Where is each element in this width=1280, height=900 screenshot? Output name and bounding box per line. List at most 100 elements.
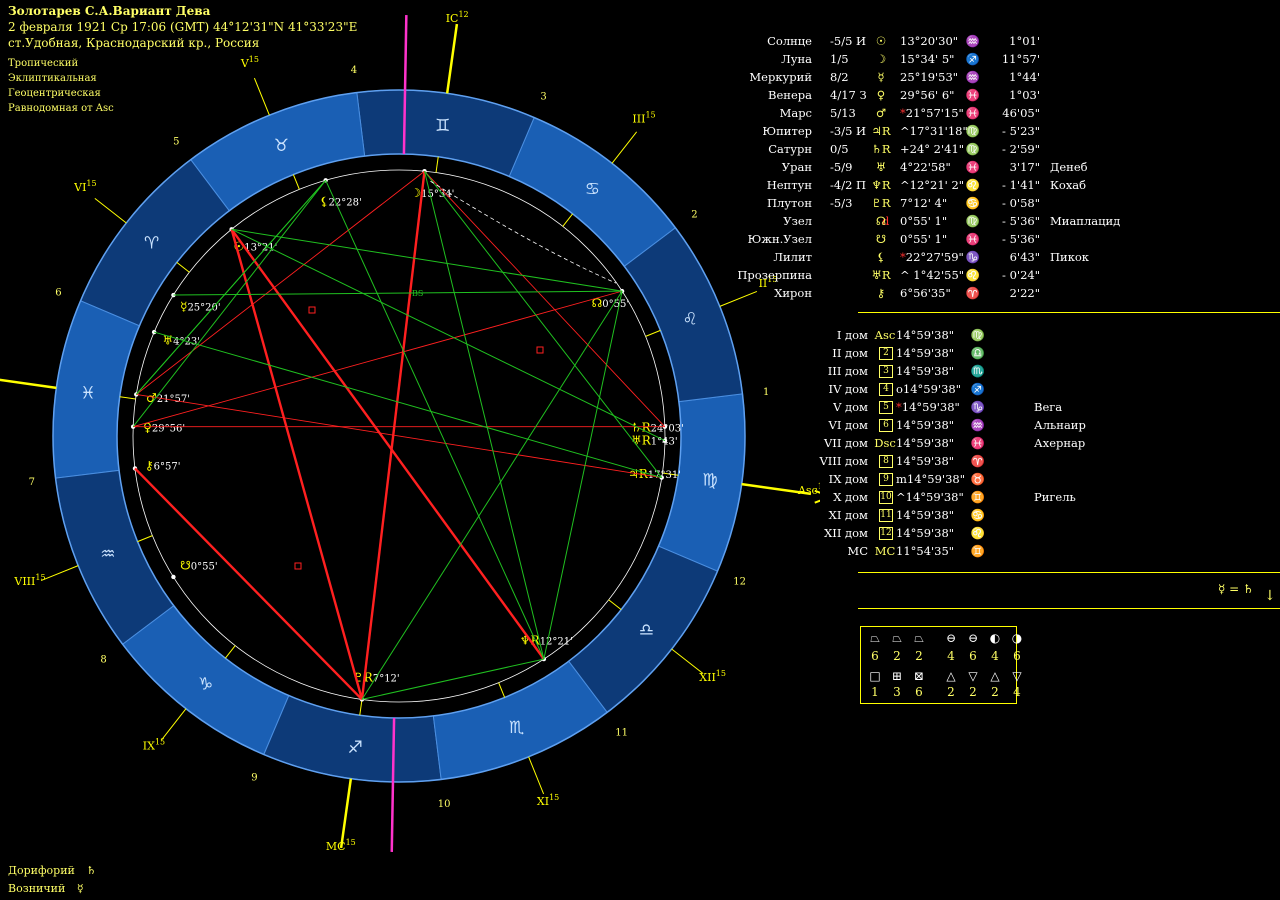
house-row[interactable]: I дом Asc 14°59'38" ♍ [804,326,1264,344]
house-row[interactable]: V дом 5 *14°59'38" ♑ Вега [804,398,1264,416]
planet-glyph: ☉ [875,34,887,48]
element-bottom-glyphs-2: ⊠ [913,669,925,683]
house-number: 6 [55,287,61,298]
element-top-glyphs-1: ⏢ [892,631,902,645]
house-pos: m14°59'38" [896,472,966,486]
house-name: XII дом [824,526,868,540]
house-glyph: 10 [879,491,893,504]
planet-name: Венера [768,88,812,102]
element-bottom-glyphs-3: △ [946,669,956,683]
planet-row[interactable]: Юпитер -3/5 И ♃R ^17°31'18" ♍ - 5'23" [700,122,1260,140]
house-row[interactable]: IX дом 9 m14°59'38" ♉ [804,470,1264,488]
planet-glyph: ♆R [871,178,891,192]
planet-sign: ♓ [965,160,981,174]
house-sign: ♌ [970,526,986,540]
element-top-glyphs-0: ⏢ [870,631,880,645]
house-row[interactable]: XI дом 11 14°59'38" ♋ [804,506,1264,524]
planet-row[interactable]: Плутон -5/3 ♇R 7°12' 4" ♋ - 0'58" [700,194,1260,212]
planet-degree: 21°57' [157,394,190,405]
planet-speed: 1°01' [1009,34,1040,48]
element-bottom-nums-1: 3 [893,685,901,699]
planet-star: Кохаб [1050,178,1087,192]
divider-3 [858,608,1280,609]
house-row[interactable]: VIII дом 8 14°59'38" ♈ [804,452,1264,470]
cusp-name: IC [446,12,459,25]
planet-glyph: ♄R [871,142,891,156]
planet-row[interactable]: Солнце -5/5 И ☉ 13°20'30" ♒ 1°01' [700,32,1260,50]
house-row[interactable]: X дом 10 ^14°59'38" ♊ Ригель [804,488,1264,506]
planet-row[interactable]: Хирон ⚷ 6°56'35" ♈ 2'22" [700,284,1260,302]
cusp-name: IX [143,740,155,753]
house-row[interactable]: IV дом 4 o14°59'38" ♐ [804,380,1264,398]
house-cusp-outer [40,565,79,582]
planet-glyph-icon: ⚸ [320,194,329,208]
planet-row[interactable]: Венера 4/17 З ♀ 29°56' 6" ♓ 1°03' [700,86,1260,104]
house-number: 10 [438,799,451,810]
planet-row[interactable]: Узел d ☊ 0°55' 1" ♍ - 5'36" Миаплацид [700,212,1260,230]
house-pos: 14°59'38" [896,418,955,432]
cusp-degree-sup: 15 [35,573,45,582]
planet-speed: - 0'24" [1002,268,1040,282]
house-glyph: 8 [879,455,893,468]
planet-row[interactable]: Лилит ⚸ *22°27'59" ♑ 6'43" Пикок [700,248,1260,266]
planet-label: ⚸22°28' [320,194,362,208]
zodiac-sign-icon: ♈ [144,234,159,254]
house-name: VI дом [828,418,868,432]
house-name: VIII дом [819,454,868,468]
planet-sign: ♍ [965,124,981,138]
house-glyph: 5 [879,401,893,414]
planet-name: Южн.Узел [747,232,812,246]
planet-row[interactable]: Уран -5/9 ♅ 4°22'58" ♓ 3'17" Денеб [700,158,1260,176]
element-top-glyphs-5: ◐ [989,631,1001,645]
house-sign: ♉ [970,472,986,486]
planet-label: ☽15°34' [410,186,454,200]
element-top-nums-3: 4 [947,649,955,663]
house-cusp-outer [160,708,187,741]
house-sign: ♋ [970,508,986,522]
house-glyph: 4 [879,383,893,396]
house-star: Ригель [1034,490,1076,504]
cusp-degree-sup: 15 [346,838,356,847]
planet-name: Плутон [766,196,812,210]
house-row[interactable]: MC MC 11°54'35" ♊ [804,542,1264,560]
planet-speed: 11°57' [1001,52,1040,66]
planet-row[interactable]: Южн.Узел ☋ 0°55' 1" ♓ - 5'36" [700,230,1260,248]
zodiac-sign-icon: ♑ [198,674,213,694]
house-row[interactable]: XII дом 12 14°59'38" ♌ [804,524,1264,542]
house-row[interactable]: III дом 3 14°59'38" ♏ [804,362,1264,380]
house-row[interactable]: VII дом Dsc 14°59'38" ♓ Ахернар [804,434,1264,452]
planet-star: Денеб [1050,160,1088,174]
planet-point [171,574,176,580]
scroll-down-arrow[interactable]: ↓ [1264,588,1276,604]
house-row[interactable]: VI дом 6 14°59'38" ♒ Альнаир [804,416,1264,434]
zodiac-sign-icon: ♓ [80,383,95,403]
house-glyph: 3 [879,365,893,378]
planet-speed: - 5'23" [1002,124,1040,138]
house-sign: ♈ [970,454,986,468]
planet-row[interactable]: Прозерпина ♅R ^ 1°42'55" ♌ - 0'24" [700,266,1260,284]
planet-row[interactable]: Сатурн 0/5 ♄R +24° 2'41" ♍ - 2'59" [700,140,1260,158]
house-cusp-label: V15 [240,55,259,70]
house-cusp-label: IX15 [143,738,165,753]
planet-speed: 1°03' [1009,88,1040,102]
planet-speed: 46'05" [1002,106,1040,120]
planet-name: Марс [779,106,812,120]
house-pos: 14°59'38" [896,346,955,360]
house-name: MC [847,544,868,558]
doryphory-label: Дорифорий [8,864,75,877]
house-glyph: 2 [879,347,893,360]
planet-sign: ♋ [965,196,981,210]
planet-name: Уран [781,160,812,174]
planet-row[interactable]: Нептун -4/2 П ♆R ^12°21' 2" ♌ - 1'41" Кохаб [700,176,1260,194]
planet-row[interactable]: Меркурий 8/2 ☿ 25°19'53" ♒ 1°44' [700,68,1260,86]
planet-row[interactable]: Марс 5/13 ♂ *21°57'15" ♓ 46'05" [700,104,1260,122]
house-row[interactable]: II дом 2 14°59'38" ♎ [804,344,1264,362]
house-pos: 14°59'38" [896,364,955,378]
planet-glyph: ☊ [875,214,887,228]
planet-glyph: ♇R [871,196,891,210]
planet-glyph: ♀ [876,88,886,102]
element-top-nums-4: 6 [969,649,977,663]
planet-name: Нептун [766,178,812,192]
planet-row[interactable]: Луна 1/5 ☽ 15°34' 5" ♐ 11°57' [700,50,1260,68]
planet-name: Меркурий [749,70,812,84]
